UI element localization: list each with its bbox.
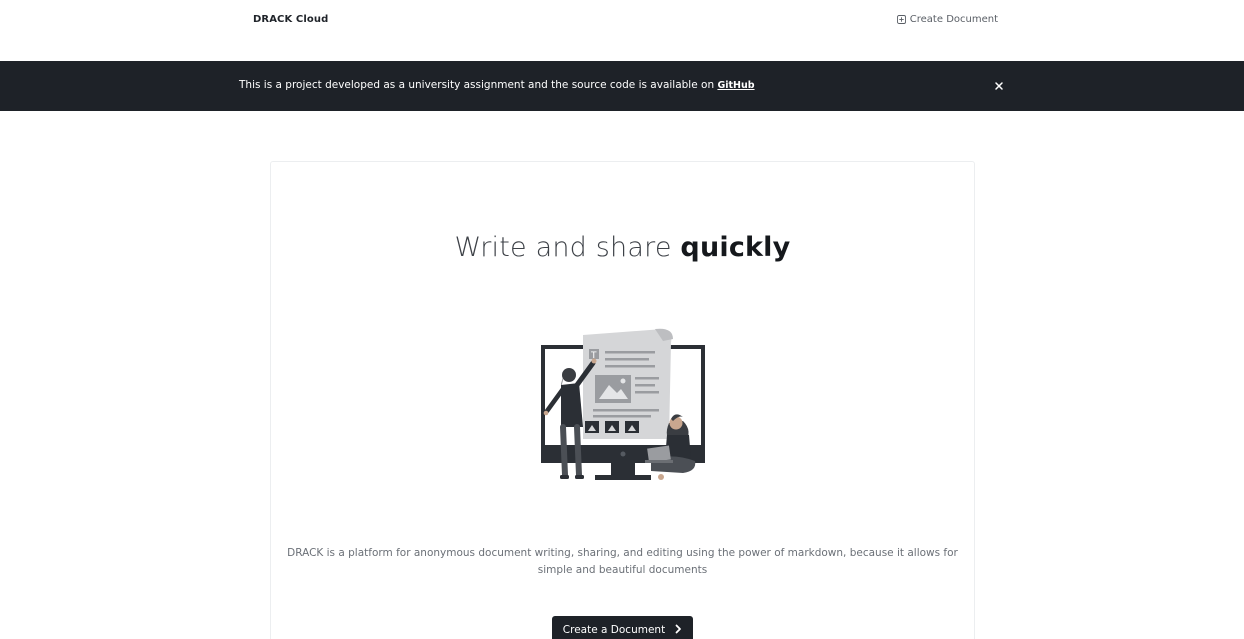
banner-message: This is a project developed as a univers… xyxy=(239,79,755,91)
banner-close-button[interactable] xyxy=(992,78,1006,92)
hero-title-light: Write and share xyxy=(454,232,681,263)
plus-square-icon xyxy=(896,15,906,24)
hero-card: Write and share quickly T DRACK is a pla… xyxy=(270,161,975,639)
hero-description: DRACK is a platform for anonymous docume… xyxy=(287,547,958,576)
close-icon xyxy=(992,78,1006,97)
nav-create-document-label: Create Document xyxy=(909,14,998,25)
nav-create-document-link[interactable]: Create Document xyxy=(896,14,998,25)
github-link[interactable]: GitHub xyxy=(717,80,754,91)
create-document-button[interactable]: Create a Document xyxy=(552,616,693,639)
chevron-right-icon xyxy=(675,624,682,637)
page: DRACK Cloud Create Document This is a pr… xyxy=(0,0,1244,639)
hero-title: Write and share quickly xyxy=(271,232,974,263)
top-navbar: DRACK Cloud Create Document xyxy=(0,0,1244,61)
hero-title-bold: quickly xyxy=(680,232,791,263)
banner-text: This is a project developed as a univers… xyxy=(239,79,718,91)
brand-logo-link[interactable]: DRACK Cloud xyxy=(253,14,328,25)
create-document-button-label: Create a Document xyxy=(562,624,666,636)
announcement-banner: This is a project developed as a univers… xyxy=(0,61,1244,111)
document-writing-illustration: T xyxy=(533,327,713,497)
